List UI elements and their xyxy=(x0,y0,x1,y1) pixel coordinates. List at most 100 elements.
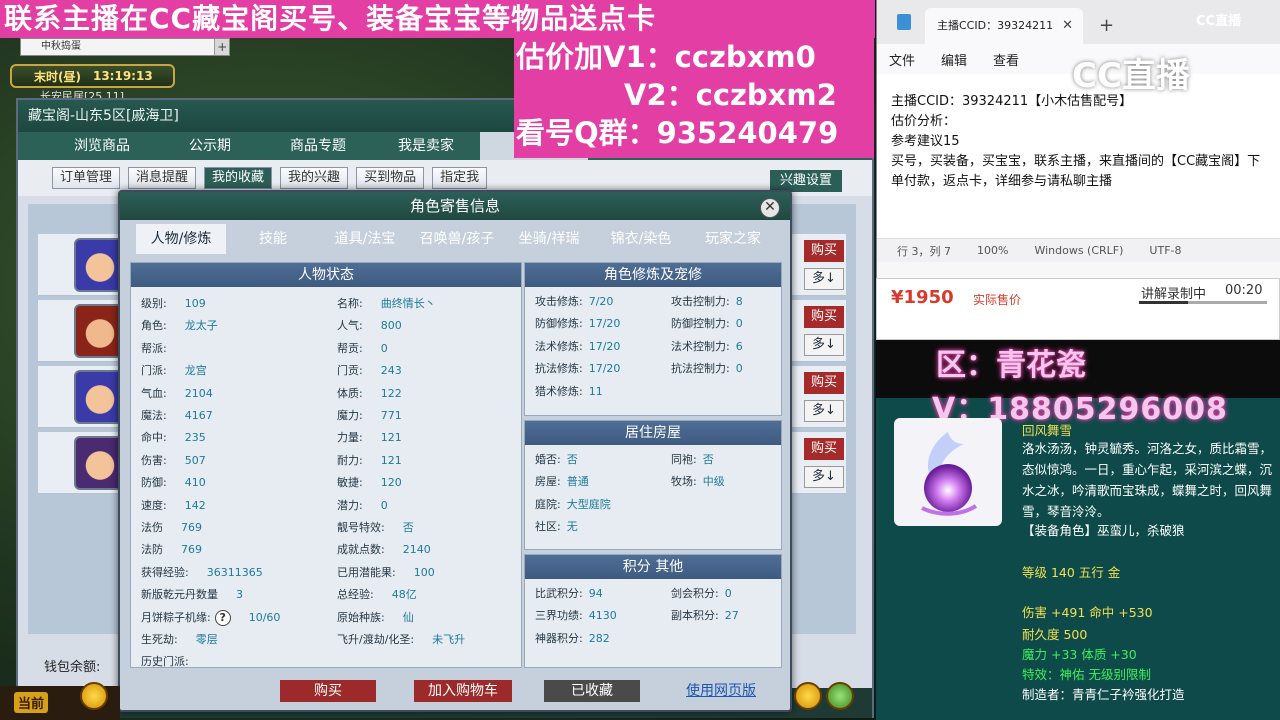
stat-row: 已用潜能果: 100 xyxy=(337,564,435,580)
stat-value: 6 xyxy=(735,339,743,353)
notepad-line: 估价分析： xyxy=(891,114,957,129)
stat-row: 剑会积分: 0 xyxy=(671,585,732,601)
tab-mounts[interactable]: 坐骑/祥瑞 xyxy=(504,224,594,254)
row-buy-button[interactable]: 购买 xyxy=(804,240,844,262)
system-icon[interactable] xyxy=(826,682,854,710)
web-version-link[interactable]: 使用网页版 xyxy=(686,680,756,702)
tab-pets[interactable]: 召唤兽/孩子 xyxy=(412,224,502,254)
stat-value: 零层 xyxy=(195,633,218,646)
favorited-button[interactable]: 已收藏 xyxy=(544,680,640,702)
stat-row: 命中: 235 xyxy=(141,429,206,445)
add-to-cart-button[interactable]: 加入购物车 xyxy=(414,680,512,702)
row-more-button[interactable]: 多↓ xyxy=(804,334,844,356)
stat-value: 17/20 xyxy=(588,339,621,353)
stat-label: 抗法控制力: xyxy=(671,362,730,376)
row-more-button[interactable]: 多↓ xyxy=(804,268,844,290)
tab-items[interactable]: 道具/法宝 xyxy=(320,224,410,254)
stat-label: 牧场: xyxy=(671,475,697,489)
notepad-tab[interactable]: 主播CCID：39324211 ✕ xyxy=(925,8,1083,44)
game-tab-plus-icon[interactable]: + xyxy=(215,40,229,54)
stat-value: 36311365 xyxy=(206,565,263,579)
overlay-v1: 估价加V1：cczbxm0 xyxy=(516,40,816,74)
emoji-icon[interactable] xyxy=(794,682,822,710)
status-panel: 人物状态 级别: 109 角色: 龙太子 帮派: 门派: 龙宫 气血: 2104 魔法: 4167 命… xyxy=(130,262,522,668)
close-icon[interactable]: ✕ xyxy=(1062,8,1073,44)
nav-seller[interactable]: 我是卖家 xyxy=(372,132,480,160)
nav-public[interactable]: 公示期 xyxy=(156,132,264,160)
stat-value: 否 xyxy=(402,521,414,534)
stat-value: 11 xyxy=(588,384,603,398)
sub-messages[interactable]: 消息提醒 xyxy=(128,167,197,189)
house-panel-title: 居住房屋 xyxy=(525,421,781,445)
sub-purchased[interactable]: 买到物品 xyxy=(356,167,425,189)
close-icon[interactable]: ✕ xyxy=(760,198,780,218)
stat-value: 0 xyxy=(380,341,388,355)
nav-browse[interactable]: 浏览商品 xyxy=(48,132,156,160)
tab-outfits[interactable]: 锦衣/染色 xyxy=(596,224,686,254)
row-buy-button[interactable]: 购买 xyxy=(804,306,844,328)
notepad-line: 参考建议15 xyxy=(891,134,960,149)
menu-edit[interactable]: 编辑 xyxy=(941,50,967,69)
stat-row: 法伤 769 xyxy=(141,519,202,535)
item-attack: 伤害 +491 命中 +530 xyxy=(1022,605,1153,620)
overlay-qq-group: 看号Q群：935240479 xyxy=(516,116,839,150)
stat-value: 17/20 xyxy=(588,362,621,376)
sub-orders[interactable]: 订单管理 xyxy=(52,167,121,189)
item-orb-icon xyxy=(894,418,1002,526)
help-icon[interactable]: ? xyxy=(214,609,231,626)
notepad-text-area[interactable]: 主播CCID：39324211【小木估售配号】 估价分析： 参考建议15 买号，… xyxy=(877,74,1280,238)
stat-value: 中级 xyxy=(702,475,725,489)
current-button[interactable]: 当前 xyxy=(14,692,49,713)
tab-home[interactable]: 玩家之家 xyxy=(688,224,778,254)
stat-row: 庭院: 大型庭院 xyxy=(535,496,611,512)
stat-value: 769 xyxy=(181,521,202,534)
stat-label: 角色: xyxy=(141,319,167,333)
stat-label: 级别: xyxy=(141,297,167,310)
stat-value: 121 xyxy=(380,453,402,467)
stat-value: 122 xyxy=(380,386,402,400)
stat-label: 体质: xyxy=(337,386,363,400)
interest-settings-button[interactable]: 兴趣设置 xyxy=(770,170,843,192)
sub-favorites[interactable]: 我的收藏 xyxy=(204,167,273,189)
menu-view[interactable]: 查看 xyxy=(993,50,1019,69)
stat-value: 235 xyxy=(184,431,206,445)
row-buy-button[interactable]: 购买 xyxy=(804,438,844,460)
new-tab-plus-icon[interactable]: + xyxy=(1099,15,1114,36)
clock-time: 13:19:13 xyxy=(92,69,153,83)
stat-value: 无 xyxy=(566,520,578,534)
stat-value: 否 xyxy=(702,453,714,466)
row-more-button[interactable]: 多↓ xyxy=(804,466,844,488)
tab-skills[interactable]: 技能 xyxy=(228,224,318,254)
stat-value: 109 xyxy=(184,297,206,310)
menu-file[interactable]: 文件 xyxy=(889,50,915,69)
item-effect: 特效：神佑 无级别限制 xyxy=(1022,667,1151,682)
stat-row: 气血: 2104 xyxy=(141,385,213,401)
stat-value: 0 xyxy=(724,587,732,600)
row-more-button[interactable]: 多↓ xyxy=(804,400,844,422)
sub-assigned[interactable]: 指定我 xyxy=(432,167,488,189)
game-tab[interactable]: 中秋捣蛋 xyxy=(21,39,216,55)
stat-label: 耐力: xyxy=(337,453,363,467)
nav-topics[interactable]: 商品专题 xyxy=(264,132,372,160)
emoji-icon[interactable] xyxy=(80,682,108,710)
stat-row: 名称: 曲终情长丶 xyxy=(337,295,436,311)
status-cursor: 行 3，列 7 xyxy=(897,244,951,258)
stat-row: 速度: 142 xyxy=(141,497,206,513)
buy-button[interactable]: 购买 xyxy=(280,680,376,702)
stat-row: 防御控制力: 0 xyxy=(671,315,743,331)
stat-value: 龙太子 xyxy=(184,319,218,333)
stat-label: 魔法: xyxy=(141,409,167,422)
stat-row: 副本积分: 27 xyxy=(671,607,739,623)
stat-row: 帮贡: 0 xyxy=(337,340,388,356)
game-clock: 末时(昼) 13:19:13 xyxy=(10,64,175,88)
sub-interests[interactable]: 我的兴趣 xyxy=(280,167,349,189)
stat-label: 速度: xyxy=(141,498,167,512)
stat-row: 靓号特效: 否 xyxy=(337,519,414,535)
stat-label: 剑会积分: xyxy=(671,587,719,600)
stat-value: 龙宫 xyxy=(184,364,207,378)
stat-label: 原始种族: xyxy=(337,610,385,624)
row-buy-button[interactable]: 购买 xyxy=(804,372,844,394)
recording-time: 00:20 xyxy=(1225,283,1263,298)
stat-label: 比武积分: xyxy=(535,587,583,600)
tab-character[interactable]: 人物/修炼 xyxy=(136,224,226,254)
